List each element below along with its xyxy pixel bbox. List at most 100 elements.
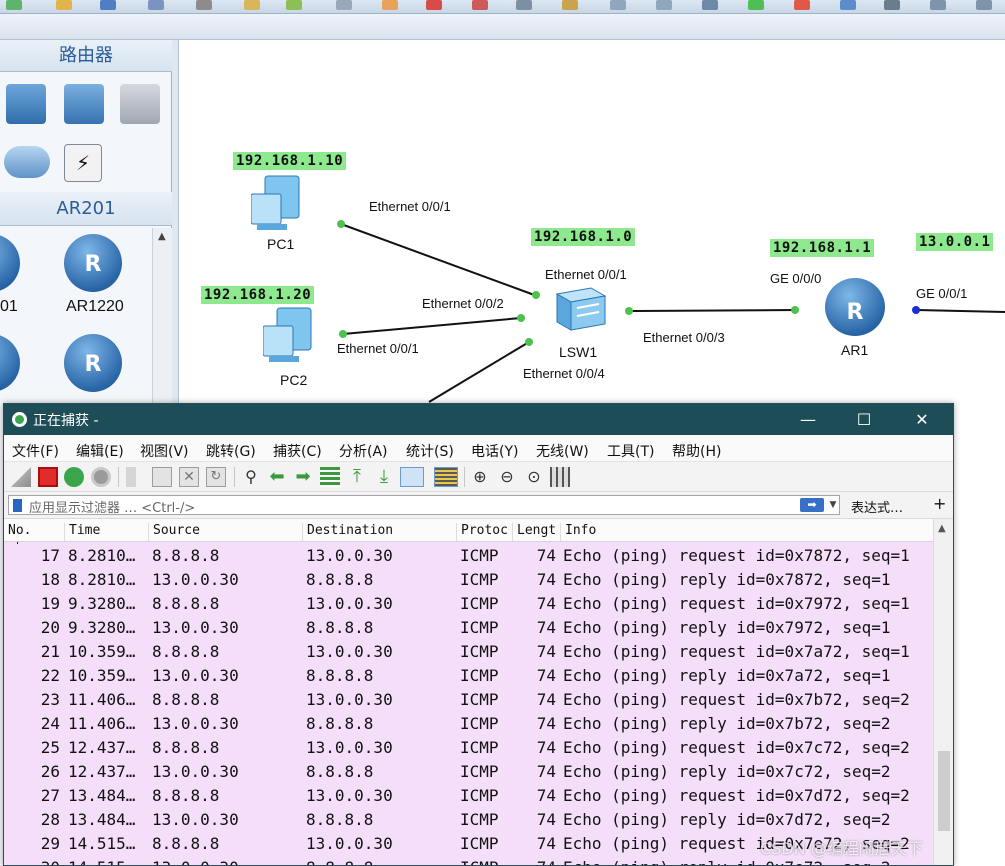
delete-icon[interactable] bbox=[426, 0, 442, 10]
menu-view[interactable]: 视图(V) bbox=[140, 441, 189, 461]
ip-label-pc1[interactable]: 192.168.1.10 bbox=[233, 152, 347, 170]
capture-options-icon[interactable] bbox=[91, 467, 111, 487]
close-file-icon[interactable]: ✕ bbox=[179, 467, 199, 487]
packet-row[interactable]: 26 12.437… 13.0.0.30 8.8.8.8 ICMP 74 Echo (pin… bbox=[4, 760, 933, 784]
go-back-icon[interactable]: ⬅ bbox=[267, 467, 287, 487]
close-button[interactable]: ✕ bbox=[894, 404, 950, 435]
lsw1-icon[interactable] bbox=[551, 284, 607, 334]
pc2-icon[interactable] bbox=[262, 306, 325, 366]
stop-capture-icon[interactable] bbox=[38, 467, 58, 487]
router-icon-3[interactable]: R bbox=[0, 334, 20, 392]
first-packet-icon[interactable]: ⤒ bbox=[347, 467, 367, 487]
menu-edit[interactable]: 编辑(E) bbox=[76, 441, 124, 461]
delete-link-icon[interactable] bbox=[472, 0, 488, 10]
firewall-category-icon[interactable] bbox=[120, 84, 160, 124]
pc1-icon[interactable] bbox=[250, 174, 313, 234]
packet-row[interactable]: 28 13.484… 13.0.0.30 8.8.8.8 ICMP 74 Echo (pin… bbox=[4, 808, 933, 832]
cloud-category-icon[interactable] bbox=[4, 146, 50, 178]
router-category-icon[interactable] bbox=[6, 84, 46, 124]
menu-wireless[interactable]: 无线(W) bbox=[536, 441, 589, 461]
maximize-button[interactable]: ☐ bbox=[836, 404, 892, 435]
menu-help[interactable]: 帮助(H) bbox=[672, 441, 721, 461]
col-source[interactable]: Source bbox=[148, 523, 302, 541]
zoom-in-icon[interactable] bbox=[610, 0, 626, 10]
start-capture-icon[interactable] bbox=[11, 467, 31, 487]
packet-list-scrollbar[interactable]: ▲ bbox=[933, 519, 953, 865]
add-filter-button[interactable]: + bbox=[933, 494, 946, 513]
router-ar1220-icon[interactable]: R bbox=[64, 234, 122, 292]
packet-row[interactable]: 25 12.437… 8.8.8.8 13.0.0.30 ICMP 74 Echo (pin… bbox=[4, 736, 933, 760]
packet-row[interactable]: 19 9.3280… 8.8.8.8 13.0.0.30 ICMP 74 Echo (pin… bbox=[4, 592, 933, 616]
packet-row[interactable]: 18 8.2810… 13.0.0.30 8.8.8.8 ICMP 74 Echo (pin… bbox=[4, 568, 933, 592]
scroll-up-icon[interactable]: ▲ bbox=[158, 231, 166, 242]
open-file-icon[interactable] bbox=[126, 467, 136, 487]
filter-bookmark-icon[interactable] bbox=[13, 499, 22, 512]
packet-row[interactable]: 27 13.484… 8.8.8.8 13.0.0.30 ICMP 74 Echo (pin… bbox=[4, 784, 933, 808]
cli-icon[interactable] bbox=[884, 0, 900, 10]
last-packet-icon[interactable]: ⤓ bbox=[374, 467, 394, 487]
col-time[interactable]: Time bbox=[64, 523, 148, 541]
zoom-out-icon[interactable]: ⊖ bbox=[497, 467, 517, 487]
display-filter-input[interactable]: 应用显示过滤器 … <Ctrl-/> ➡ ▼ bbox=[8, 495, 840, 516]
save-icon[interactable] bbox=[100, 0, 116, 10]
ip-label-pc2[interactable]: 192.168.1.20 bbox=[201, 286, 315, 304]
ip-label-ar1-ge1[interactable]: 13.0.0.1 bbox=[916, 233, 994, 251]
scroll-up-icon[interactable]: ▲ bbox=[938, 523, 946, 534]
zoom-out-icon[interactable] bbox=[656, 0, 672, 10]
ip-label-lsw1[interactable]: 192.168.1.0 bbox=[531, 228, 636, 246]
pointer-icon[interactable] bbox=[336, 0, 352, 10]
minimize-button[interactable]: — bbox=[780, 404, 836, 435]
col-no[interactable]: No. bbox=[4, 523, 64, 541]
expression-button[interactable]: 表达式… bbox=[851, 497, 903, 516]
router-ar201-icon[interactable]: R bbox=[0, 234, 20, 292]
menu-tools[interactable]: 工具(T) bbox=[607, 441, 654, 461]
packet-row[interactable]: 21 10.359… 8.8.8.8 13.0.0.30 ICMP 74 Echo (pin… bbox=[4, 640, 933, 664]
go-forward-icon[interactable]: ➡ bbox=[293, 467, 313, 487]
scroll-thumb[interactable] bbox=[938, 751, 950, 831]
router-icon-4[interactable]: R bbox=[64, 334, 122, 392]
find-packet-icon[interactable]: ⚲ bbox=[241, 467, 261, 487]
start-device-icon[interactable] bbox=[748, 0, 764, 10]
topology-icon[interactable] bbox=[976, 0, 992, 10]
autoscroll-icon[interactable] bbox=[400, 467, 424, 487]
palette-icon[interactable] bbox=[562, 0, 578, 10]
filter-dropdown-icon[interactable]: ▼ bbox=[827, 497, 839, 513]
packet-row[interactable]: 22 10.359… 13.0.0.30 8.8.8.8 ICMP 74 Echo (pin… bbox=[4, 664, 933, 688]
col-info[interactable]: Info bbox=[560, 523, 933, 541]
col-protocol[interactable]: Protoc bbox=[456, 523, 512, 541]
wireshark-titlebar[interactable]: 正在捕获 - — ☐ ✕ bbox=[4, 404, 953, 435]
new-topology-icon[interactable] bbox=[6, 0, 22, 10]
save-file-icon[interactable] bbox=[152, 467, 172, 487]
ip-label-ar1-ge0[interactable]: 192.168.1.1 bbox=[770, 239, 875, 257]
menu-go[interactable]: 跳转(G) bbox=[206, 441, 256, 461]
grid-icon[interactable] bbox=[930, 0, 946, 10]
print-icon[interactable] bbox=[196, 0, 212, 10]
col-length[interactable]: Lengt bbox=[512, 523, 560, 541]
col-destination[interactable]: Destination bbox=[302, 523, 456, 541]
menu-telephony[interactable]: 电话(Y) bbox=[471, 441, 518, 461]
colorize-icon[interactable] bbox=[434, 467, 458, 487]
reload-file-icon[interactable]: ↻ bbox=[206, 467, 226, 487]
normal-size-icon[interactable]: ⊙ bbox=[524, 467, 544, 487]
packet-row[interactable]: 24 11.406… 13.0.0.30 8.8.8.8 ICMP 74 Echo (pin… bbox=[4, 712, 933, 736]
apply-filter-icon[interactable]: ➡ bbox=[800, 498, 824, 512]
redo-icon[interactable] bbox=[286, 0, 302, 10]
packet-row[interactable]: 20 9.3280… 13.0.0.30 8.8.8.8 ICMP 74 Echo (pin… bbox=[4, 616, 933, 640]
packet-row[interactable]: 17 8.2810… 8.8.8.8 13.0.0.30 ICMP 74 Echo (pin… bbox=[4, 544, 933, 568]
packet-row[interactable]: 23 11.406… 8.8.8.8 13.0.0.30 ICMP 74 Echo (pin… bbox=[4, 688, 933, 712]
open-icon[interactable] bbox=[56, 0, 72, 10]
fit-window-icon[interactable] bbox=[702, 0, 718, 10]
ar1-router-icon[interactable]: R bbox=[825, 278, 885, 336]
menu-analyze[interactable]: 分析(A) bbox=[339, 441, 388, 461]
auto-link-icon[interactable]: ⚡ bbox=[64, 144, 102, 182]
stop-device-icon[interactable] bbox=[794, 0, 810, 10]
text-icon[interactable] bbox=[516, 0, 532, 10]
resize-columns-icon[interactable] bbox=[550, 467, 570, 487]
menu-file[interactable]: 文件(F) bbox=[12, 441, 59, 461]
zoom-in-icon[interactable]: ⊕ bbox=[470, 467, 490, 487]
save-as-icon[interactable] bbox=[148, 0, 164, 10]
menu-capture[interactable]: 捕获(C) bbox=[273, 441, 322, 461]
capture-icon[interactable] bbox=[840, 0, 856, 10]
restart-capture-icon[interactable] bbox=[64, 467, 84, 487]
go-to-packet-icon[interactable] bbox=[320, 467, 340, 487]
